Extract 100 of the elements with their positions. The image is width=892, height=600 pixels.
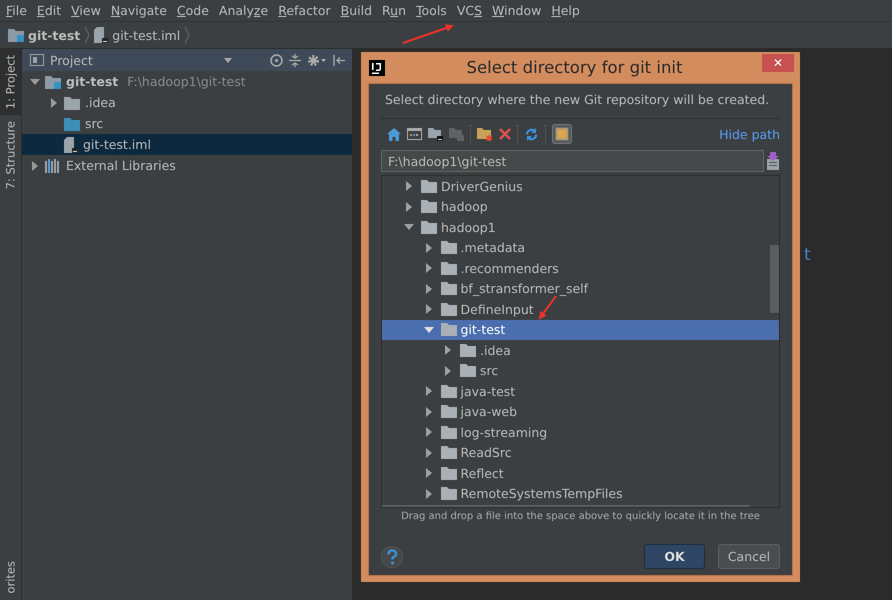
expand-arrow-icon[interactable] xyxy=(424,242,434,253)
menu-item[interactable]: Navigate xyxy=(106,3,172,18)
app-logo-icon xyxy=(369,60,385,76)
help-icon[interactable] xyxy=(381,546,403,568)
hide-panel-icon[interactable] xyxy=(333,54,346,66)
collapse-all-icon[interactable] xyxy=(289,54,301,66)
collapse-arrow-icon[interactable] xyxy=(424,324,434,335)
tool-window-tab[interactable]: orites xyxy=(0,555,21,600)
menu-item[interactable]: Edit xyxy=(32,3,66,18)
home-icon[interactable] xyxy=(387,128,401,140)
hide-path-link[interactable]: Hide path xyxy=(719,126,780,142)
editor-hint-text: t xyxy=(804,245,811,265)
path-field[interactable]: F:\hadoop1\git-test xyxy=(381,150,764,172)
folder-icon xyxy=(440,323,456,336)
tree-item[interactable]: java-web xyxy=(460,404,518,420)
module-path: F:\hadoop1\git-test xyxy=(127,74,246,89)
tree-item[interactable]: DriverGenius xyxy=(441,178,523,194)
show-hidden-toggle[interactable] xyxy=(552,124,572,144)
menu-item[interactable]: Refactor xyxy=(273,3,336,18)
folder-icon xyxy=(421,200,437,214)
desktop-icon[interactable] xyxy=(407,128,422,140)
menu-item[interactable]: Build xyxy=(336,3,378,18)
expand-arrow-icon[interactable] xyxy=(424,284,434,294)
expand-arrow-icon[interactable] xyxy=(404,181,414,192)
tree-item[interactable]: .idea xyxy=(85,95,116,110)
expand-arrow-icon[interactable] xyxy=(443,366,453,376)
folder-icon xyxy=(440,384,456,398)
expand-arrow-icon[interactable] xyxy=(424,386,434,396)
close-button[interactable]: ✕ xyxy=(762,54,794,72)
new-folder-icon[interactable] xyxy=(477,127,493,141)
menu-item[interactable]: Window xyxy=(487,3,546,18)
expand-arrow-icon[interactable] xyxy=(30,160,40,170)
tree-item[interactable]: log-streaming xyxy=(460,424,548,440)
menu-item[interactable]: VCS xyxy=(452,3,488,18)
tree-item[interactable]: hadoop1 xyxy=(441,220,496,235)
tree-item[interactable]: git-test xyxy=(460,322,506,338)
expand-arrow-icon[interactable] xyxy=(49,98,59,108)
menu-item[interactable]: Tools xyxy=(411,3,452,18)
annotation-arrow xyxy=(402,24,454,44)
locate-icon[interactable] xyxy=(270,54,283,66)
folder-icon xyxy=(440,466,456,480)
annotation-arrow xyxy=(538,295,557,320)
dropdown-icon[interactable] xyxy=(224,58,232,62)
tree-item[interactable]: .recommenders xyxy=(460,260,559,276)
panel-title[interactable]: Project xyxy=(50,52,218,68)
menu-item[interactable]: View xyxy=(66,3,106,18)
folder-icon xyxy=(421,220,437,234)
expand-arrow-icon[interactable] xyxy=(424,263,434,274)
tree-item[interactable]: src xyxy=(480,363,498,378)
folder-icon xyxy=(440,262,456,275)
module-file-icon xyxy=(64,136,78,152)
tree-item[interactable]: hadoop xyxy=(441,199,488,214)
drag-drop-hint: Drag and drop a file into the space above to quickly locate it in the tree xyxy=(400,511,761,522)
menu-item[interactable]: Analyze xyxy=(214,3,274,18)
tree-item[interactable]: ReadSrc xyxy=(460,445,512,460)
delete-icon[interactable] xyxy=(499,128,511,140)
project-folder-icon[interactable] xyxy=(428,127,443,141)
chevron-icon xyxy=(184,26,190,44)
folder-icon xyxy=(440,487,456,500)
tree-item[interactable]: DefineInput xyxy=(460,302,534,317)
collapse-arrow-icon[interactable] xyxy=(404,222,414,232)
tree-item[interactable]: src xyxy=(85,116,104,131)
scrollbar-thumb[interactable] xyxy=(770,245,779,313)
expand-arrow-icon[interactable] xyxy=(424,427,434,438)
tree-item[interactable]: .metadata xyxy=(460,240,526,256)
tree-item[interactable]: External Libraries xyxy=(66,158,176,173)
expand-arrow-icon[interactable] xyxy=(424,304,434,314)
ok-button[interactable]: OK xyxy=(644,544,705,569)
tool-window-tab[interactable]: 1: Project xyxy=(0,49,21,116)
tree-item[interactable]: .idea xyxy=(480,342,511,358)
tree-item[interactable]: git-test xyxy=(66,74,118,89)
tool-window-tab[interactable]: 7: Structure xyxy=(0,115,21,196)
tree-item[interactable]: RemoteSystemsTempFiles xyxy=(460,486,623,502)
tree-item[interactable]: bf_stransformer_self xyxy=(460,281,588,296)
paste-path-icon[interactable] xyxy=(766,152,780,170)
tree-item[interactable]: java-test xyxy=(460,384,516,399)
refresh-icon[interactable] xyxy=(524,126,539,142)
folder-icon xyxy=(440,241,456,254)
hidden-files-icon xyxy=(555,127,569,141)
gear-icon[interactable] xyxy=(307,54,327,66)
expand-arrow-icon[interactable] xyxy=(424,468,434,478)
expand-arrow-icon[interactable] xyxy=(424,406,434,417)
menu-item[interactable]: Run xyxy=(377,3,412,18)
expand-arrow-icon[interactable] xyxy=(443,345,453,356)
tree-item[interactable]: git-test.iml xyxy=(83,137,151,152)
expand-arrow-icon[interactable] xyxy=(424,448,434,458)
collapse-arrow-icon[interactable] xyxy=(30,76,40,86)
tree-item[interactable]: Reflect xyxy=(460,466,504,481)
breadcrumb-item[interactable]: git-test xyxy=(28,28,80,42)
cancel-button[interactable]: Cancel xyxy=(718,544,780,569)
folder-icon xyxy=(440,282,456,296)
module-folder-icon xyxy=(8,28,24,42)
menu-item[interactable]: Code xyxy=(172,3,214,18)
expand-arrow-icon[interactable] xyxy=(404,202,414,212)
dialog-description: Select directory where the new Git repository will be created. xyxy=(384,92,770,109)
chevron-icon xyxy=(84,26,90,44)
breadcrumb-item[interactable]: git-test.iml xyxy=(112,28,180,42)
menu-item[interactable]: Help xyxy=(546,3,585,18)
menu-item[interactable]: File xyxy=(1,3,32,18)
expand-arrow-icon[interactable] xyxy=(424,488,434,499)
